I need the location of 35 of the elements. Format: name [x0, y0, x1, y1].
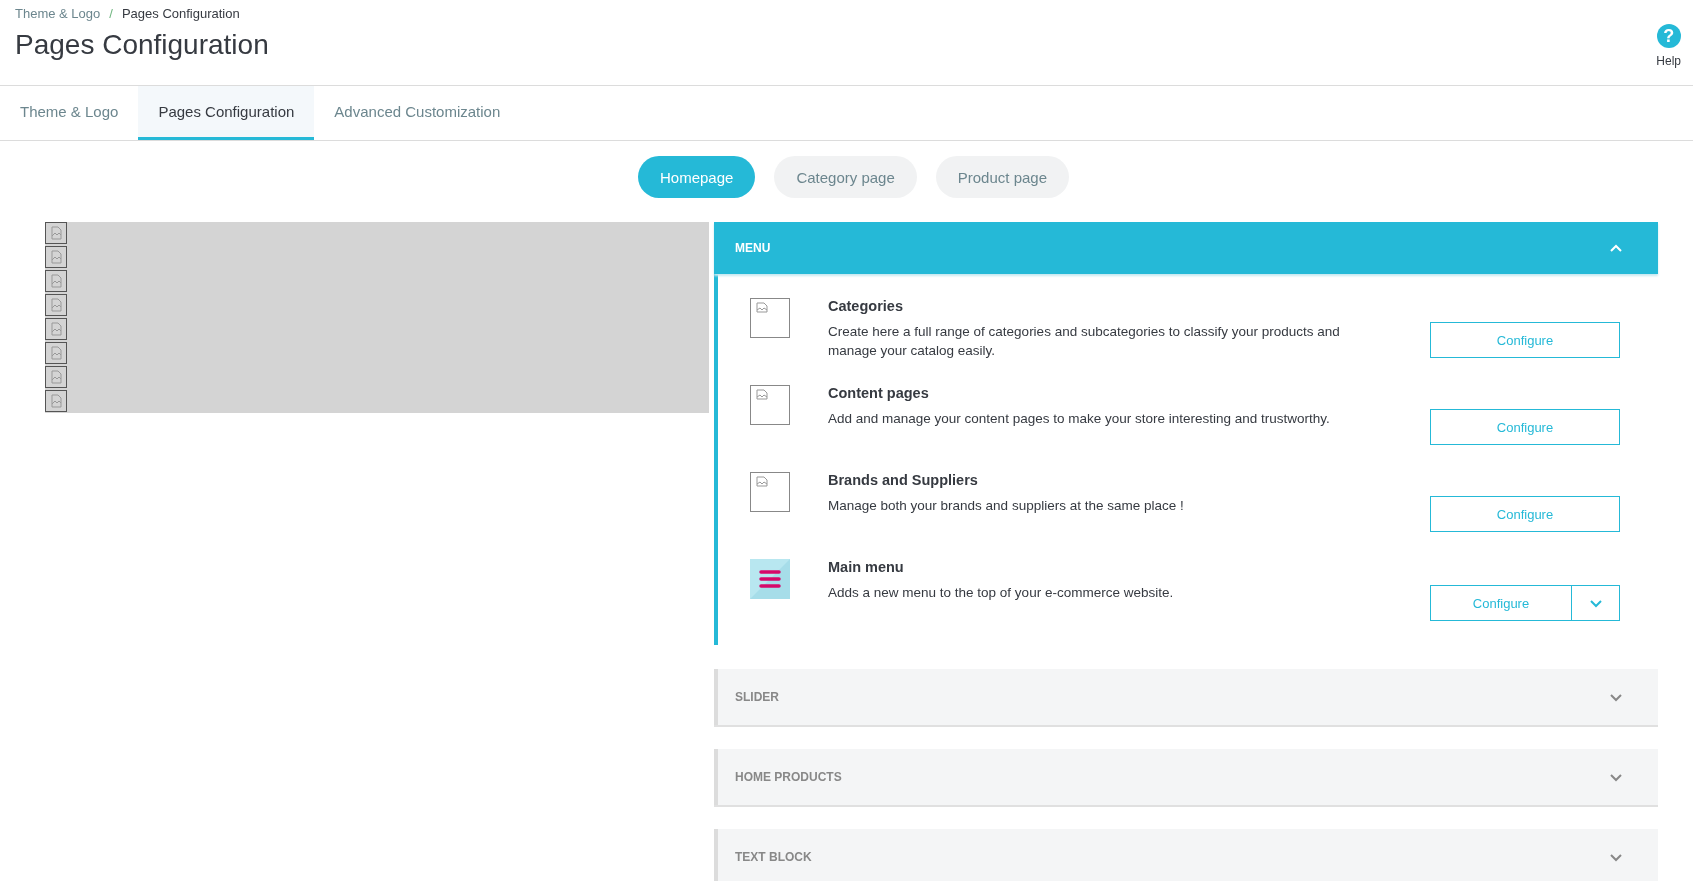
- chevron-down-icon: [1609, 771, 1623, 783]
- configure-button[interactable]: Configure: [1430, 322, 1620, 358]
- item-title: Categories: [828, 298, 904, 314]
- accordion-header[interactable]: HOME PRODUCTS: [718, 749, 1658, 805]
- chevron-down-icon: [1609, 851, 1623, 863]
- chevron-down-icon: [1609, 691, 1623, 703]
- breadcrumb-separator: /: [109, 6, 113, 21]
- broken-image-icon: [750, 298, 790, 338]
- page-title: Pages Configuration: [15, 29, 269, 61]
- breadcrumb-link[interactable]: Theme & Logo: [15, 6, 101, 21]
- tab[interactable]: Theme & Logo: [0, 86, 139, 140]
- configure-button[interactable]: Configure: [1430, 409, 1620, 445]
- broken-image-icon: [750, 472, 790, 512]
- accordion-header[interactable]: MENU: [714, 222, 1658, 274]
- item-title: Main menu: [828, 559, 905, 575]
- item-description: Add and manage your content pages to make your store interesting and trustworthy.: [828, 410, 1331, 428]
- item-description: Manage both your brands and suppliers at the same place !: [828, 497, 1185, 515]
- tab[interactable]: Advanced Customization: [314, 86, 521, 140]
- page-type-button[interactable]: Homepage: [638, 156, 756, 198]
- tab[interactable]: Pages Configuration: [138, 86, 315, 140]
- item-title: Brands and Suppliers: [828, 472, 979, 488]
- item-description: Adds a new menu to the top of your e-commerce website.: [828, 584, 1175, 602]
- configure-button[interactable]: Configure: [1430, 496, 1620, 532]
- help-button[interactable]: ? Help: [1656, 0, 1693, 68]
- page-type-button[interactable]: Product page: [935, 156, 1069, 198]
- broken-image-icon: [750, 385, 790, 425]
- help-icon: ?: [1656, 24, 1681, 48]
- item-title: Content pages: [828, 385, 930, 401]
- item-description: Create here a full range of categories and subcategories to classify your products and manage your catalog easily.: [828, 323, 1341, 360]
- page-type-button[interactable]: Category page: [774, 156, 917, 198]
- menu-icon: [750, 559, 790, 599]
- accordion-header[interactable]: TEXT BLOCK: [718, 829, 1658, 881]
- chevron-up-icon: [1609, 242, 1623, 254]
- accordion-header[interactable]: SLIDER: [718, 669, 1658, 725]
- chevron-down-icon: [1588, 597, 1603, 609]
